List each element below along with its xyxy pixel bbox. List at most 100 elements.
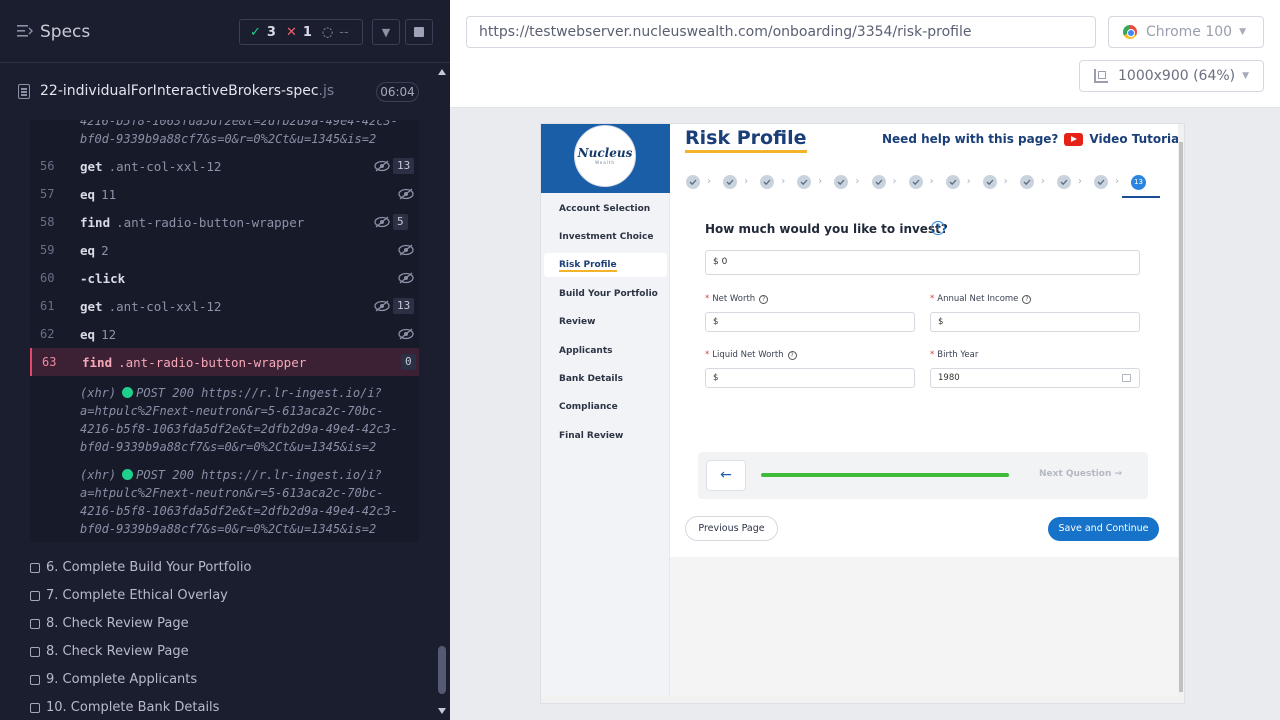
- check-icon: [875, 179, 882, 186]
- command-row[interactable]: 61 get .ant-col-xxl-12 13: [30, 292, 419, 320]
- viewport-scale: (64%): [1193, 68, 1236, 84]
- app-scrollbar[interactable]: [1178, 124, 1184, 696]
- completed-step[interactable]: [908, 175, 923, 189]
- liquid-net-worth-input[interactable]: $: [705, 368, 915, 388]
- sidebar-item-compliance[interactable]: Compliance: [559, 402, 618, 412]
- sidebar-item-label: Risk Profile: [559, 260, 617, 272]
- app-hscrollbar[interactable]: [541, 696, 1184, 703]
- info-icon[interactable]: ?: [1022, 294, 1032, 304]
- completed-step[interactable]: [945, 175, 960, 189]
- check-icon: [726, 179, 734, 186]
- command-number: 59: [40, 243, 55, 257]
- file-icon: [18, 84, 30, 99]
- info-icon[interactable]: ?: [787, 350, 797, 360]
- invest-amount-input[interactable]: $ 0: [705, 250, 1140, 275]
- command-row[interactable]: 56 get .ant-col-xxl-12 13: [30, 152, 419, 180]
- step-chevron-icon: ›: [1003, 176, 1008, 187]
- viewport-selector[interactable]: 1000x900 (64%) ▼: [1079, 60, 1264, 92]
- sidebar-item-investment-choice[interactable]: Investment Choice: [559, 232, 653, 242]
- pending-stat: ◌ --: [322, 25, 349, 40]
- viewport-size: 1000x900: [1118, 68, 1189, 84]
- sidebar-item-bank-details[interactable]: Bank Details: [559, 374, 623, 384]
- pending-count: --: [339, 24, 349, 40]
- command-arg: 2: [101, 243, 109, 258]
- stop-button[interactable]: [405, 19, 433, 45]
- previous-page-button[interactable]: Previous Page: [685, 516, 778, 541]
- browser-selector[interactable]: Chrome 100 ▼: [1108, 16, 1264, 48]
- scroll-up-icon[interactable]: [438, 69, 446, 75]
- completed-step[interactable]: [723, 175, 738, 189]
- info-icon[interactable]: ?: [759, 294, 769, 304]
- url-bar[interactable]: https://testwebserver.nucleuswealth.com/…: [466, 16, 1096, 48]
- runner-scrollbar[interactable]: [434, 64, 450, 720]
- sidebar-item-review[interactable]: Review: [559, 317, 595, 327]
- suite-title: 10. Complete Bank Details: [46, 700, 220, 715]
- nucleus-logo[interactable]: Nucleus Wealth: [574, 125, 636, 187]
- sidebar-item-account-selection[interactable]: Account Selection: [559, 204, 650, 214]
- suite-item[interactable]: 6. Complete Build Your Portfolio: [30, 560, 251, 575]
- completed-step[interactable]: [686, 175, 700, 189]
- step-chevron-icon: ›: [707, 176, 711, 187]
- birth-year-picker[interactable]: 1980: [930, 368, 1140, 388]
- completed-step[interactable]: [760, 175, 775, 189]
- command-row[interactable]: 57 eq 11: [30, 180, 419, 208]
- checkbox-icon: [30, 646, 40, 657]
- command-row[interactable]: 59 eq 2: [30, 236, 419, 264]
- xhr-log-entry[interactable]: (xhr) POST 200 https://r.lr-ingest.io/i?a…: [80, 384, 410, 456]
- completed-step[interactable]: [834, 175, 849, 189]
- completed-step[interactable]: [1094, 175, 1109, 189]
- chevron-down-button[interactable]: ▼: [372, 19, 400, 45]
- completed-step[interactable]: [871, 175, 886, 189]
- command-row[interactable]: 58 find .ant-radio-button-wrapper 5: [30, 208, 419, 236]
- step-underline: [1122, 196, 1160, 198]
- command-row[interactable]: 60 -click: [30, 264, 419, 292]
- spec-file-basename: 22-individualForInteractiveBrokers-spec: [40, 83, 319, 99]
- command-name: eq 11: [80, 187, 117, 202]
- sidebar-item-applicants[interactable]: Applicants: [559, 346, 613, 356]
- specs-menu-icon[interactable]: [17, 24, 33, 38]
- question-help-icon[interactable]: ?: [931, 221, 945, 235]
- command-row[interactable]: 62 eq 12: [30, 320, 419, 348]
- back-arrow-button[interactable]: ←: [706, 460, 746, 491]
- logo-area: Nucleus Wealth: [541, 124, 670, 193]
- completed-step[interactable]: [797, 175, 812, 189]
- step-chevron-icon: ›: [1078, 176, 1082, 187]
- suite-item[interactable]: 8. Check Review Page: [30, 616, 189, 631]
- xhr-log-entry[interactable]: (xhr) POST 200 https://r.lr-ingest.io/i?a…: [80, 466, 410, 538]
- command-name: get .ant-col-xxl-12: [80, 299, 222, 314]
- completed-step[interactable]: [1019, 175, 1034, 189]
- scroll-thumb[interactable]: [438, 646, 446, 694]
- net-worth-input[interactable]: $: [705, 312, 915, 332]
- app-scroll-thumb[interactable]: [1179, 142, 1183, 692]
- completed-step[interactable]: [982, 175, 997, 189]
- save-continue-button[interactable]: Save and Continue: [1048, 517, 1159, 541]
- sidebar-item-build-your-portfolio[interactable]: Build Your Portfolio: [559, 289, 658, 299]
- next-question-button[interactable]: Next Question →: [1039, 469, 1122, 479]
- step-chevron-icon: ›: [744, 176, 749, 187]
- scroll-down-icon[interactable]: [438, 708, 446, 714]
- command-row[interactable]: 63 find .ant-radio-button-wrapper 0: [30, 348, 419, 376]
- step-chevron-icon: ›: [1115, 176, 1120, 187]
- sidebar-item-risk-profile[interactable]: Risk Profile: [544, 253, 667, 277]
- help-link[interactable]: Need help with this page? Video Tutorial: [882, 132, 1183, 146]
- suite-item[interactable]: 7. Complete Ethical Overlay: [30, 588, 228, 603]
- sidebar-item-final-review[interactable]: Final Review: [559, 431, 623, 441]
- step-chevron-icon: ›: [966, 176, 971, 187]
- spec-file-row[interactable]: 22-individualForInteractiveBrokers-spec.…: [0, 64, 432, 120]
- suite-item[interactable]: 10. Complete Bank Details: [30, 700, 219, 715]
- suite-item[interactable]: 9. Complete Applicants: [30, 672, 197, 687]
- app-sidebar: Nucleus Wealth Account Selection Investme…: [541, 124, 670, 696]
- stop-icon: [414, 27, 424, 37]
- current-step[interactable]: 13: [1131, 175, 1146, 190]
- xhr-prefix: (xhr): [80, 386, 117, 400]
- completed-step[interactable]: [1057, 175, 1071, 189]
- status-dot-icon: [122, 387, 134, 398]
- suite-title: 8. Check Review Page: [46, 644, 189, 659]
- annual-income-input[interactable]: $: [930, 312, 1140, 332]
- video-tutorial-link[interactable]: Video Tutorial: [1089, 132, 1183, 146]
- step-chevron-icon: ›: [929, 176, 934, 187]
- suite-item[interactable]: 8. Check Review Page: [30, 644, 189, 659]
- birth-year-label: * Birth Year: [930, 350, 979, 360]
- chevron-down-icon: ▼: [381, 25, 391, 39]
- checkbox-icon: [30, 618, 40, 629]
